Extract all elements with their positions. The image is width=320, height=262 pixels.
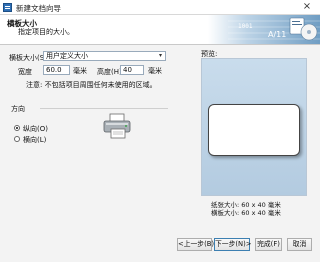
header-subtitle: 指定项目的大小。 bbox=[18, 28, 74, 36]
title-bar: 新建文档向导 × bbox=[0, 0, 320, 15]
size-dropdown-value: 用户定义大小 bbox=[46, 52, 88, 60]
next-button[interactable]: 下一步(N)> bbox=[214, 238, 251, 251]
window-title: 新建文档向导 bbox=[16, 4, 61, 13]
back-button[interactable]: <上一步(B) bbox=[177, 238, 214, 251]
landscape-radio[interactable] bbox=[14, 136, 20, 142]
chevron-down-icon[interactable]: ▾ bbox=[157, 53, 164, 59]
header-decoration-graphic: 1001 A/11 bbox=[208, 15, 320, 44]
cancel-button[interactable]: 取消 bbox=[287, 238, 312, 251]
height-input[interactable]: 40 bbox=[120, 65, 144, 75]
board-size-text: 横板大小: 60 x 40 毫米 bbox=[211, 209, 281, 217]
orientation-divider bbox=[40, 108, 168, 109]
portrait-label[interactable]: 纵向(O) bbox=[23, 124, 48, 134]
size-note: 注意: 不包括项目周围任何未使用的区域。 bbox=[26, 81, 157, 89]
height-unit: 毫米 bbox=[148, 67, 162, 75]
finish-button[interactable]: 完成(F) bbox=[255, 238, 282, 251]
portrait-radio[interactable] bbox=[14, 125, 20, 131]
width-input[interactable]: 60.0 bbox=[43, 65, 70, 75]
landscape-label[interactable]: 横向(L) bbox=[23, 135, 46, 145]
wizard-window: 新建文档向导 × 横板大小 指定项目的大小。 1001 A/11 横板大小(S)… bbox=[0, 0, 320, 262]
printer-icon bbox=[103, 113, 131, 139]
width-unit: 毫米 bbox=[73, 67, 87, 75]
preview-pane bbox=[201, 58, 307, 196]
width-label: 宽度 bbox=[18, 68, 32, 76]
preview-paper bbox=[208, 104, 300, 156]
orientation-title: 方向 bbox=[11, 105, 25, 113]
window-close-button[interactable]: × bbox=[294, 0, 320, 14]
size-dropdown[interactable]: 用户定义大小 ▾ bbox=[43, 51, 166, 61]
header-decor-text-1: 1001 bbox=[238, 23, 253, 30]
app-icon bbox=[3, 3, 12, 12]
wizard-header: 横板大小 指定项目的大小。 1001 A/11 bbox=[0, 15, 320, 45]
header-decor-text-2: A/11 bbox=[268, 30, 286, 39]
